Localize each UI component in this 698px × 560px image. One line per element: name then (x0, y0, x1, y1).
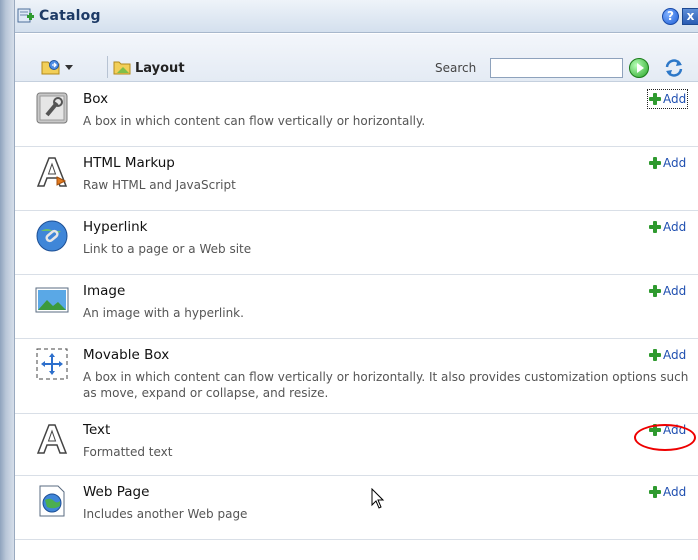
help-button[interactable]: ? (662, 8, 679, 25)
catalog-window: Catalog ? x Layout Search Box A box in w… (14, 0, 698, 560)
add-button[interactable]: Add (649, 219, 686, 235)
item-description: Raw HTML and JavaScript (83, 178, 236, 192)
toolbar-divider (107, 56, 108, 78)
left-edge-strip (0, 0, 14, 560)
item-title: Hyperlink (83, 219, 148, 235)
add-label: Add (663, 348, 687, 362)
plus-icon (649, 349, 661, 361)
window-title: Catalog (39, 8, 101, 24)
list-item: Web Page Includes another Web page Add (15, 476, 698, 540)
list-item: Hyperlink Link to a page or a Web site A… (15, 211, 698, 275)
mouse-cursor-icon (371, 487, 385, 513)
hyperlink-icon (35, 219, 69, 253)
plus-icon (649, 157, 661, 169)
add-label: Add (663, 220, 687, 234)
folder-nav-icon (41, 60, 61, 79)
list-item: HTML Markup Raw HTML and JavaScript Add (15, 147, 698, 211)
item-title: Movable Box (83, 347, 170, 363)
item-description: A box in which content can flow vertical… (83, 114, 426, 128)
plus-icon (649, 486, 661, 498)
item-title: Box (83, 91, 109, 107)
add-label: Add (663, 156, 687, 170)
image-icon (35, 283, 69, 317)
plus-icon (649, 221, 661, 233)
search-label: Search (435, 61, 477, 75)
item-title: Image (83, 283, 126, 299)
search-go-button[interactable] (629, 58, 649, 78)
catalog-add-icon (17, 8, 35, 24)
layout-folder-icon (113, 59, 131, 78)
item-description: Formatted text (83, 445, 173, 459)
add-button[interactable]: Add (646, 89, 689, 109)
layout-label: Layout (135, 60, 185, 76)
item-title: Web Page (83, 484, 150, 500)
item-description: Link to a page or a Web site (83, 242, 252, 256)
movable-box-icon (35, 347, 69, 381)
text-icon (35, 422, 69, 456)
item-description: Includes another Web page (83, 507, 248, 521)
item-title: HTML Markup (83, 155, 175, 171)
close-button[interactable]: x (682, 8, 698, 25)
item-description: A box in which content can flow vertical… (83, 370, 689, 400)
plus-icon (649, 93, 661, 105)
web-page-icon (35, 484, 69, 518)
html-markup-icon (35, 155, 69, 189)
list-item: Image An image with a hyperlink. Add (15, 275, 698, 339)
add-button[interactable]: Add (649, 155, 686, 171)
add-button[interactable]: Add (649, 347, 686, 363)
add-button[interactable]: Add (649, 484, 686, 500)
box-icon (35, 91, 69, 125)
add-button[interactable]: Add (649, 283, 686, 299)
search-input[interactable] (490, 58, 623, 78)
list-item: Box A box in which content can flow vert… (15, 83, 698, 147)
list-item: Text Formatted text Add (15, 414, 698, 476)
plus-icon (649, 285, 661, 297)
item-title: Text (83, 422, 111, 438)
add-label: Add (663, 284, 687, 298)
folder-menu-button[interactable] (41, 58, 81, 78)
layout-button[interactable]: Layout (113, 58, 185, 78)
add-label: Add (663, 92, 687, 106)
toolbar: Layout Search (15, 34, 698, 82)
item-description: An image with a hyperlink. (83, 306, 244, 320)
title-bar: Catalog ? x (15, 0, 698, 33)
add-label: Add (663, 485, 687, 499)
list-item: Movable Box A box in which content can f… (15, 339, 698, 414)
chevron-down-icon (65, 65, 73, 70)
refresh-icon[interactable] (663, 58, 685, 78)
highlight-circle (634, 424, 696, 451)
